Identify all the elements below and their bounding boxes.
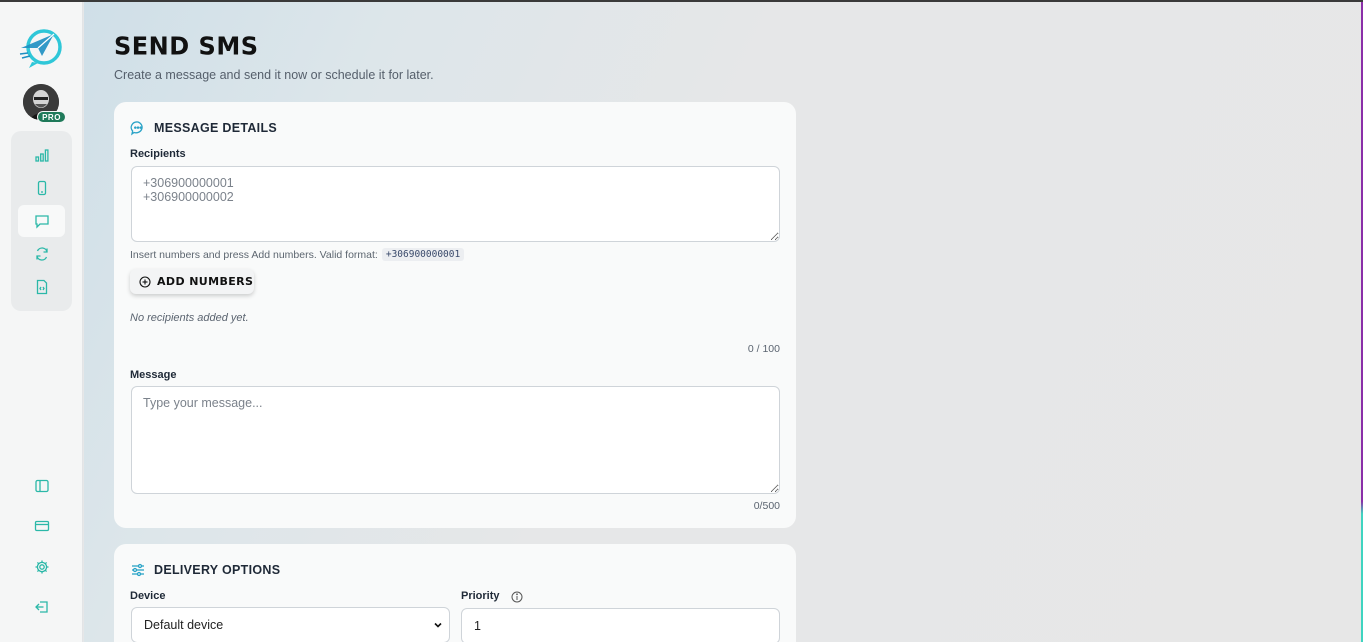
sliders-icon: [132, 563, 144, 577]
recipients-format-example: +306900000001: [381, 248, 465, 261]
message-details-card: MESSAGE DETAILS Recipients Insert number…: [114, 102, 796, 528]
device-label: Device: [130, 590, 166, 602]
credit-card-icon: [34, 520, 50, 532]
sidebar-item-analytics[interactable]: [18, 139, 65, 171]
phone-icon: [37, 180, 46, 196]
priority-label: Priority: [461, 590, 500, 602]
panel-left-icon: [35, 479, 49, 493]
message-label: Message: [130, 369, 177, 381]
delivery-options-header: DELIVERY OPTIONS: [130, 562, 280, 578]
delivery-options-card: DELIVERY OPTIONS Device Default device P…: [114, 544, 796, 642]
sidebar-toggle-button[interactable]: [29, 473, 55, 499]
recipient-counter: 0 / 100: [747, 343, 780, 355]
sidebar-item-messages[interactable]: [18, 205, 65, 237]
chat-bubble-icon: [130, 121, 143, 136]
pro-badge: PRO: [37, 111, 66, 123]
recipients-hint-text: Insert numbers and press Add numbers. Va…: [130, 248, 378, 261]
recipients-input[interactable]: [131, 166, 780, 242]
add-numbers-button[interactable]: ADD NUMBERS: [130, 269, 254, 294]
bar-chart-icon: [34, 149, 49, 162]
device-select[interactable]: Default device: [131, 607, 450, 642]
priority-input[interactable]: [461, 608, 780, 642]
message-details-header: MESSAGE DETAILS: [130, 120, 277, 136]
sidebar-item-sync[interactable]: [18, 238, 65, 270]
page-title: Send SMS: [114, 31, 259, 61]
plus-circle-icon: [139, 275, 151, 288]
window-top-border: [0, 0, 1363, 2]
message-char-counter: 0/500: [753, 500, 780, 512]
info-icon[interactable]: [511, 591, 523, 603]
recipients-hint: Insert numbers and press Add numbers. Va…: [130, 248, 465, 261]
delivery-options-title: DELIVERY OPTIONS: [154, 563, 281, 577]
sidebar-nav: [11, 131, 72, 311]
log-out-icon: [35, 601, 48, 613]
file-code-icon: [36, 279, 47, 295]
message-square-icon: [34, 215, 49, 229]
no-recipients-text: No recipients added yet.: [130, 312, 249, 324]
page-subtitle: Create a message and send it now or sche…: [114, 68, 434, 82]
sidebar: PRO: [0, 2, 83, 642]
sidebar-item-documents[interactable]: [18, 271, 65, 303]
message-input[interactable]: [131, 386, 780, 494]
gear-icon: [35, 560, 49, 574]
recipients-label: Recipients: [130, 148, 186, 160]
logout-button[interactable]: [29, 594, 55, 620]
add-numbers-label: ADD NUMBERS: [157, 275, 254, 288]
billing-button[interactable]: [29, 513, 55, 539]
main-content: Send SMS Create a message and send it no…: [84, 2, 1361, 642]
app-logo[interactable]: [18, 26, 64, 70]
message-details-title: MESSAGE DETAILS: [154, 121, 278, 135]
refresh-icon: [35, 247, 48, 261]
settings-button[interactable]: [29, 554, 55, 580]
chevron-down-icon: [434, 622, 442, 628]
sidebar-item-devices[interactable]: [18, 172, 65, 204]
